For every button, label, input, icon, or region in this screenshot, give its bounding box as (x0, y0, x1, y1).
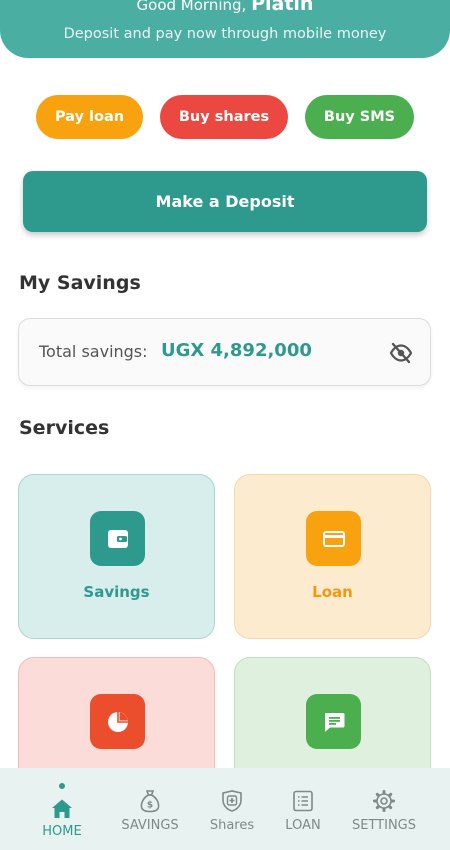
nav-label: HOME (42, 824, 82, 839)
service-label: Savings (83, 583, 150, 601)
wallet-icon (90, 511, 145, 566)
nav-item-settings[interactable]: SETTINGS (346, 768, 422, 850)
credit-card-icon (306, 511, 361, 566)
user-name: Platin (251, 0, 314, 15)
nav-item-home[interactable]: HOME (32, 768, 92, 850)
pay-loan-button[interactable]: Pay loan (36, 95, 143, 139)
nav-label: LOAN (285, 818, 321, 833)
eye-off-icon[interactable] (389, 341, 413, 365)
message-icon (306, 694, 361, 749)
total-savings-label: Total savings: (39, 342, 148, 361)
shield-plus-icon (219, 788, 245, 814)
nav-item-loan[interactable]: LOAN (276, 768, 330, 850)
money-bag-icon: $ (137, 788, 163, 814)
service-tile-savings[interactable]: Savings (18, 474, 215, 639)
nav-label: Shares (209, 818, 255, 833)
services-title: Services (19, 417, 110, 439)
make-deposit-button[interactable]: Make a Deposit (23, 171, 427, 232)
nav-item-shares[interactable]: Shares (202, 768, 262, 850)
header-subtitle: Deposit and pay now through mobile money (63, 26, 387, 42)
gear-icon (371, 788, 397, 814)
active-indicator (59, 783, 65, 789)
service-tile-loan[interactable]: Loan (234, 474, 431, 639)
nav-label: SAVINGS (121, 818, 179, 833)
nav-label: SETTINGS (351, 818, 416, 833)
bottom-navigation: HOME $ SAVINGS Shares LOAN SETTINGS (0, 768, 450, 850)
list-icon (290, 788, 316, 814)
home-icon (49, 796, 75, 822)
total-savings-value: UGX 4,892,000 (161, 340, 312, 361)
buy-sms-button[interactable]: Buy SMS (305, 95, 414, 139)
nav-item-savings[interactable]: $ SAVINGS (116, 768, 184, 850)
quick-actions: Pay loan Buy shares Buy SMS (0, 95, 450, 139)
greeting-text: Good Morning, (136, 0, 247, 14)
pie-chart-icon (90, 694, 145, 749)
total-savings-card: Total savings: UGX 4,892,000 (18, 318, 431, 386)
service-label: Loan (312, 583, 353, 601)
buy-shares-button[interactable]: Buy shares (160, 95, 288, 139)
greeting-header: Good Morning, Platin Deposit and pay now… (0, 0, 450, 58)
greeting-line: Good Morning, Platin (0, 0, 450, 15)
svg-text:$: $ (147, 801, 153, 811)
my-savings-title: My Savings (19, 272, 141, 294)
